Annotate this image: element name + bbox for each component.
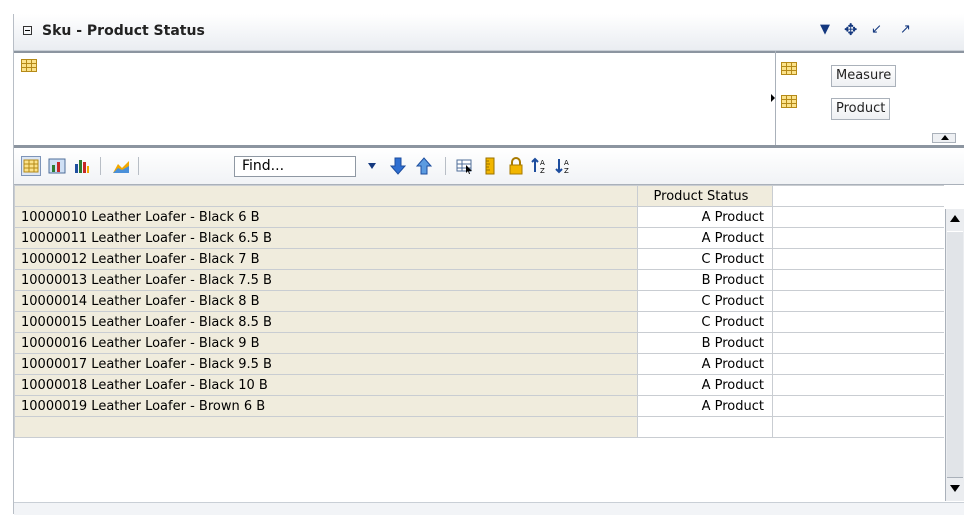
bar-chart-icon[interactable]	[72, 156, 92, 176]
row-header	[14, 416, 638, 438]
toolbar-separator	[100, 157, 101, 175]
panel: Sku - Product Status ▼ ✥ ↙ ↗ Measure Pro…	[13, 14, 964, 515]
table-row-partial	[14, 416, 944, 438]
table-row[interactable]: 10000016 Leather Loafer - Black 9 BB Pro…	[14, 332, 944, 354]
table-view-icon[interactable]	[21, 156, 41, 176]
table-row[interactable]: 10000017 Leather Loafer - Black 9.5 BA P…	[14, 353, 944, 375]
column-header-empty	[772, 185, 944, 207]
panel-title: Sku - Product Status	[42, 23, 205, 39]
sort-ascending-icon[interactable]: AZ	[530, 156, 550, 176]
toolbar-separator	[445, 157, 446, 175]
table-row[interactable]: 10000011 Leather Loafer - Black 6.5 BA P…	[14, 227, 944, 249]
row-header[interactable]: 10000015 Leather Loafer - Black 8.5 B	[14, 311, 638, 333]
row-header[interactable]: 10000016 Leather Loafer - Black 9 B	[14, 332, 638, 354]
table-row[interactable]: 10000015 Leather Loafer - Black 8.5 BC P…	[14, 311, 944, 333]
empty-cell	[772, 395, 944, 417]
empty-cell	[772, 311, 944, 333]
scrollbar-thumb[interactable]	[947, 231, 963, 478]
row-header[interactable]: 10000011 Leather Loafer - Black 6.5 B	[14, 227, 638, 249]
empty-cell	[772, 269, 944, 291]
area-chart-icon[interactable]	[111, 156, 131, 176]
empty-cell	[772, 374, 944, 396]
chart-table-view-icon[interactable]	[47, 156, 67, 176]
status-cell[interactable]: C Product	[637, 311, 773, 333]
status-cell[interactable]: A Product	[637, 374, 773, 396]
status-cell[interactable]: C Product	[637, 248, 773, 270]
row-header[interactable]: 10000017 Leather Loafer - Black 9.5 B	[14, 353, 638, 375]
splitter-arrow-icon	[771, 94, 775, 102]
select-cells-icon[interactable]	[455, 156, 475, 176]
menu-dropdown-icon[interactable]: ▼	[820, 22, 830, 37]
find-next-down-icon[interactable]	[388, 156, 408, 176]
panel-header: Sku - Product Status ▼ ✥ ↙ ↗	[14, 14, 964, 51]
table-row[interactable]: 10000012 Leather Loafer - Black 7 BC Pro…	[14, 248, 944, 270]
empty-cell	[772, 290, 944, 312]
layout-divider	[14, 51, 964, 53]
find-input[interactable]: Find...	[234, 156, 356, 177]
row-header[interactable]: 10000010 Leather Loafer - Black 6 B	[14, 206, 638, 228]
status-cell[interactable]: A Product	[637, 395, 773, 417]
column-header-product-status[interactable]: Product Status	[637, 185, 773, 207]
measure-grid-icon	[781, 62, 797, 75]
table-row[interactable]: 10000019 Leather Loafer - Brown 6 BA Pro…	[14, 395, 944, 417]
svg-text:A: A	[540, 159, 545, 167]
scroll-up-icon[interactable]	[950, 215, 960, 222]
find-dropdown-icon[interactable]	[368, 163, 376, 169]
status-cell[interactable]: C Product	[637, 290, 773, 312]
table-row[interactable]: 10000010 Leather Loafer - Black 6 BA Pro…	[14, 206, 944, 228]
scroll-down-icon[interactable]	[950, 485, 960, 492]
collapse-toggle-icon[interactable]	[23, 26, 32, 35]
table-row[interactable]: 10000018 Leather Loafer - Black 10 BA Pr…	[14, 374, 944, 396]
sort-descending-icon[interactable]: AZ	[554, 156, 574, 176]
row-header[interactable]: 10000012 Leather Loafer - Black 7 B	[14, 248, 638, 270]
status-cell	[637, 416, 773, 438]
find-previous-up-icon[interactable]	[414, 156, 434, 176]
empty-cell	[772, 248, 944, 270]
row-header[interactable]: 10000013 Leather Loafer - Black 7.5 B	[14, 269, 638, 291]
svg-text:Z: Z	[540, 167, 545, 175]
vertical-scrollbar[interactable]	[945, 209, 964, 501]
status-cell[interactable]: A Product	[637, 227, 773, 249]
corner-cell	[14, 185, 638, 207]
toolbar-separator	[138, 157, 139, 175]
status-cell[interactable]: B Product	[637, 332, 773, 354]
empty-cell	[772, 227, 944, 249]
lock-icon[interactable]	[506, 156, 526, 176]
panel-footer	[14, 502, 964, 515]
status-cell[interactable]: B Product	[637, 269, 773, 291]
product-grid-icon	[781, 95, 797, 108]
ruler-icon[interactable]	[480, 156, 500, 176]
row-header[interactable]: 10000018 Leather Loafer - Black 10 B	[14, 374, 638, 396]
status-cell[interactable]: A Product	[637, 206, 773, 228]
maximize-icon[interactable]: ↗	[900, 22, 911, 37]
move-icon[interactable]: ✥	[844, 20, 857, 39]
layout-scroll-up-icon[interactable]	[932, 133, 956, 143]
svg-text:Z: Z	[564, 167, 569, 175]
empty-cell	[772, 416, 944, 438]
measure-dimension-button[interactable]: Measure	[831, 65, 897, 87]
empty-cell	[772, 206, 944, 228]
row-header[interactable]: 10000014 Leather Loafer - Black 8 B	[14, 290, 638, 312]
grid-icon	[21, 59, 37, 72]
layout-area: Measure Product	[14, 51, 964, 148]
pivot-table: Product Status 10000010 Leather Loafer -…	[14, 185, 964, 501]
toolbar: Find... AZ AZ	[14, 148, 964, 185]
empty-cell	[772, 332, 944, 354]
row-header[interactable]: 10000019 Leather Loafer - Brown 6 B	[14, 395, 638, 417]
status-cell[interactable]: A Product	[637, 353, 773, 375]
product-dimension-button[interactable]: Product	[831, 98, 891, 120]
minimize-icon[interactable]: ↙	[871, 22, 882, 37]
column-header-row: Product Status	[14, 185, 944, 207]
table-row[interactable]: 10000014 Leather Loafer - Black 8 BC Pro…	[14, 290, 944, 312]
svg-text:A: A	[564, 159, 569, 167]
layout-splitter[interactable]	[775, 51, 776, 145]
empty-cell	[772, 353, 944, 375]
data-grid: Product Status 10000010 Leather Loafer -…	[14, 185, 944, 438]
table-row[interactable]: 10000013 Leather Loafer - Black 7.5 BB P…	[14, 269, 944, 291]
